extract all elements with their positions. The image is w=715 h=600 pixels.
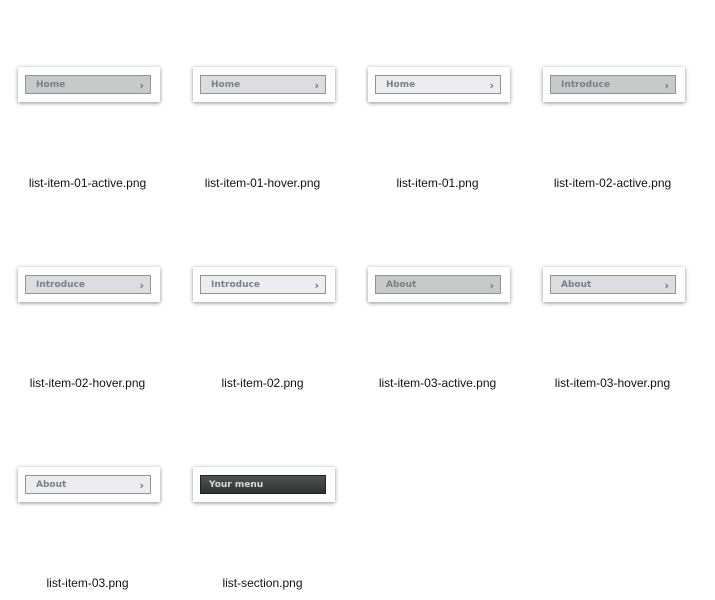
file-tile[interactable]: Home › list-item-01.png bbox=[350, 0, 525, 200]
menu-item-label: Introduce bbox=[211, 279, 260, 290]
menu-item-preview: About › bbox=[550, 275, 676, 294]
menu-item-label: Home bbox=[386, 79, 416, 90]
menu-item-preview: Home › bbox=[375, 75, 501, 94]
menu-item-label: About bbox=[561, 279, 592, 290]
file-name: list-item-01-hover.png bbox=[204, 176, 321, 190]
file-name: list-item-03-hover.png bbox=[554, 376, 671, 390]
menu-item-label: About bbox=[36, 479, 67, 490]
menu-item-preview: Home › bbox=[200, 75, 326, 94]
file-name: list-section.png bbox=[222, 576, 303, 590]
chevron-right-icon: › bbox=[139, 479, 144, 492]
thumbnail: Introduce › bbox=[18, 267, 160, 302]
menu-item-preview: About › bbox=[25, 475, 151, 494]
menu-item-label: Home bbox=[36, 79, 66, 90]
section-label: Your menu bbox=[209, 479, 264, 490]
file-tile[interactable]: Introduce › list-item-02-active.png bbox=[525, 0, 700, 200]
menu-item-preview: Home › bbox=[25, 75, 151, 94]
thumbnail: Introduce › bbox=[543, 67, 685, 102]
file-tile[interactable]: About › list-item-03-active.png bbox=[350, 200, 525, 400]
file-tile[interactable]: Introduce › list-item-02.png bbox=[175, 200, 350, 400]
thumbnail: Your menu bbox=[193, 467, 335, 502]
chevron-right-icon: › bbox=[664, 279, 669, 292]
thumbnail: About › bbox=[18, 467, 160, 502]
chevron-right-icon: › bbox=[314, 79, 319, 92]
file-name: list-item-03.png bbox=[46, 576, 129, 590]
chevron-right-icon: › bbox=[489, 279, 494, 292]
menu-item-label: Introduce bbox=[561, 79, 610, 90]
chevron-right-icon: › bbox=[664, 79, 669, 92]
section-header-preview: Your menu bbox=[200, 475, 326, 494]
file-name: list-item-01.png bbox=[396, 176, 479, 190]
menu-item-label: Home bbox=[211, 79, 241, 90]
thumbnail: Introduce › bbox=[193, 267, 335, 302]
chevron-right-icon: › bbox=[314, 279, 319, 292]
file-grid: Home › list-item-01-active.png Home › li… bbox=[0, 0, 715, 599]
thumbnail: About › bbox=[543, 267, 685, 302]
file-name: list-item-02-active.png bbox=[553, 176, 672, 190]
file-tile[interactable]: Your menu list-section.png bbox=[175, 400, 350, 600]
file-name: list-item-02-hover.png bbox=[29, 376, 146, 390]
menu-item-preview: Introduce › bbox=[200, 275, 326, 294]
file-name: list-item-01-active.png bbox=[28, 176, 147, 190]
thumbnail: Home › bbox=[193, 67, 335, 102]
thumbnail: About › bbox=[368, 267, 510, 302]
menu-item-preview: About › bbox=[375, 275, 501, 294]
menu-item-preview: Introduce › bbox=[550, 75, 676, 94]
chevron-right-icon: › bbox=[139, 79, 144, 92]
thumbnail: Home › bbox=[18, 67, 160, 102]
menu-item-preview: Introduce › bbox=[25, 275, 151, 294]
file-tile[interactable]: Home › list-item-01-hover.png bbox=[175, 0, 350, 200]
file-tile[interactable]: About › list-item-03.png bbox=[0, 400, 175, 600]
file-tile[interactable]: Introduce › list-item-02-hover.png bbox=[0, 200, 175, 400]
file-tile[interactable]: About › list-item-03-hover.png bbox=[525, 200, 700, 400]
chevron-right-icon: › bbox=[489, 79, 494, 92]
file-name: list-item-03-active.png bbox=[378, 376, 497, 390]
file-name: list-item-02.png bbox=[221, 376, 304, 390]
file-tile[interactable]: Home › list-item-01-active.png bbox=[0, 0, 175, 200]
thumbnail: Home › bbox=[368, 67, 510, 102]
chevron-right-icon: › bbox=[139, 279, 144, 292]
menu-item-label: About bbox=[386, 279, 417, 290]
menu-item-label: Introduce bbox=[36, 279, 85, 290]
